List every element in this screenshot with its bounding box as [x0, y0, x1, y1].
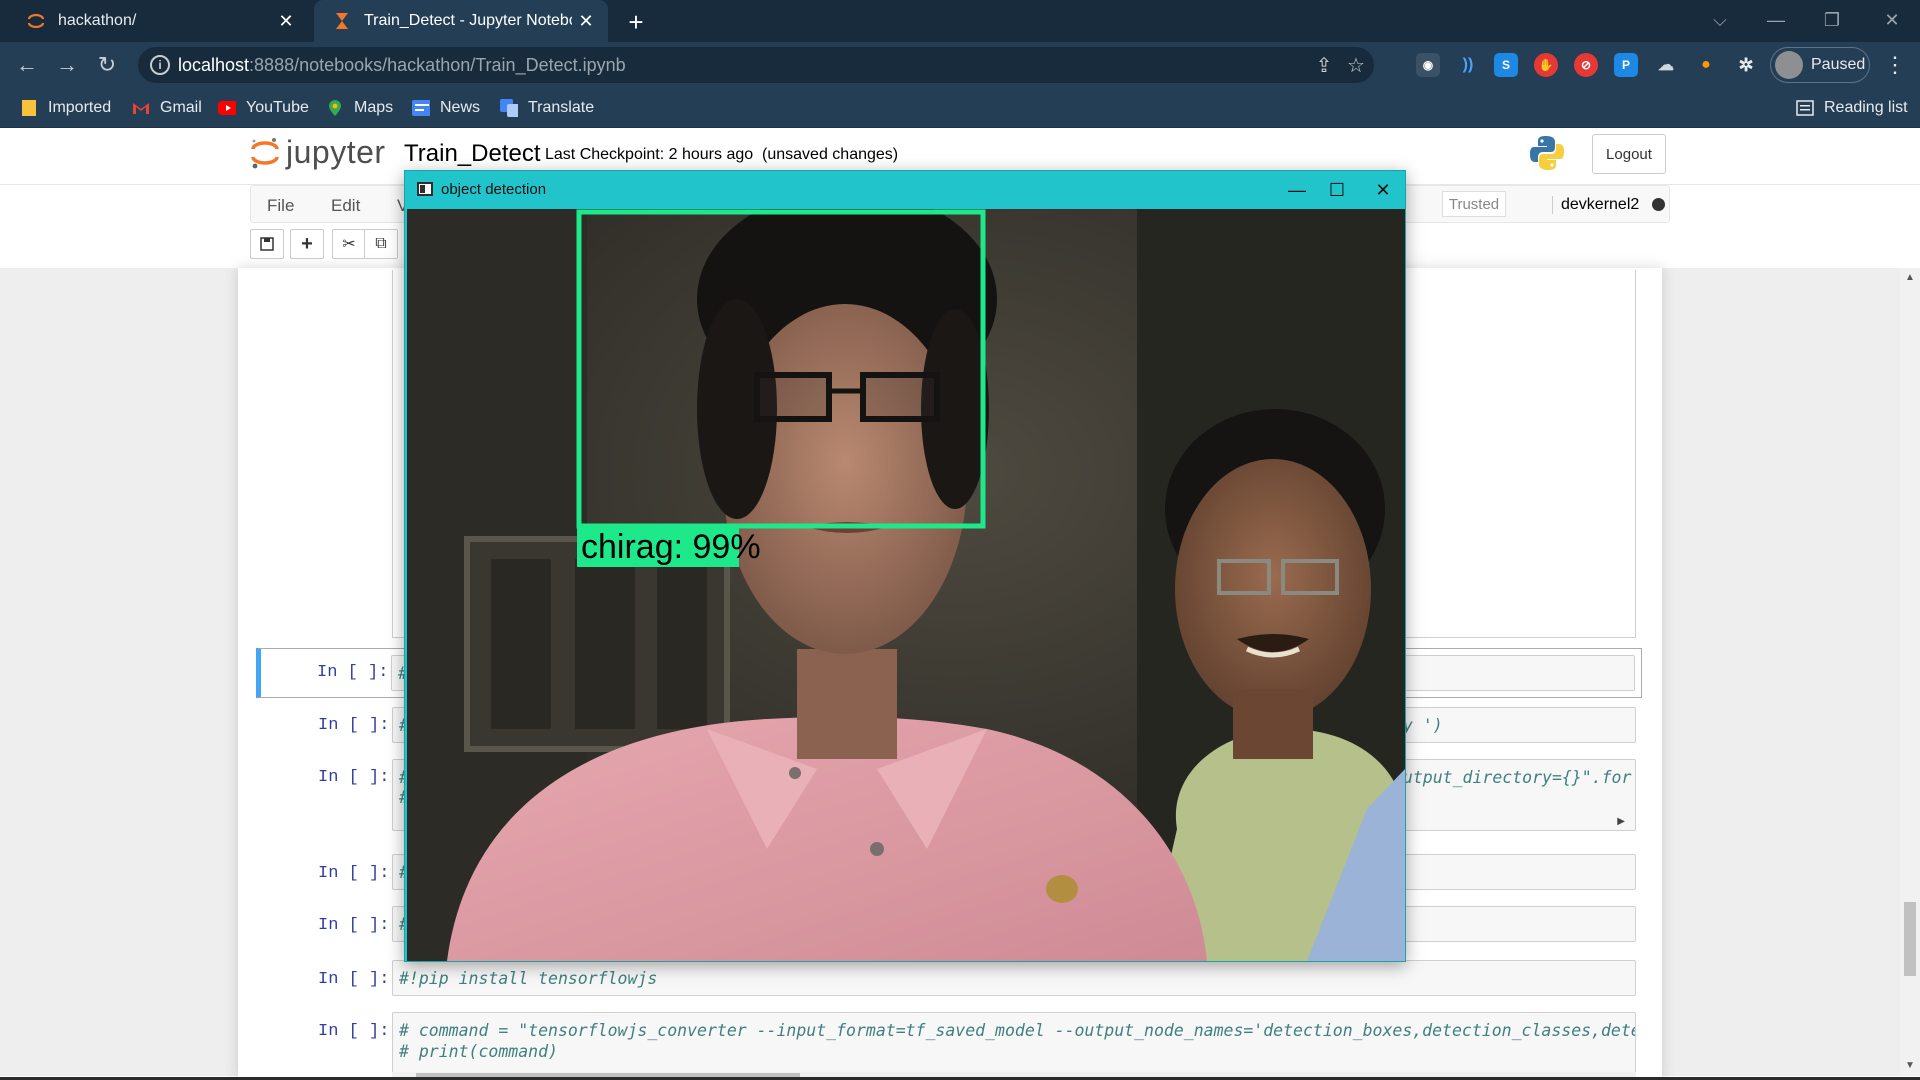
tab-search-icon[interactable]: ⌵ [1692, 0, 1748, 40]
copy-icon[interactable]: ⧉ [364, 229, 398, 259]
hourglass-icon [332, 11, 352, 31]
cell-prompt: In [ ]: [318, 970, 390, 989]
restore-icon[interactable]: ❐ [1804, 0, 1860, 40]
scroll-right-icon[interactable]: ▶ [1617, 816, 1625, 827]
close-tab-icon[interactable]: ✕ [272, 7, 300, 35]
scroll-down-icon[interactable]: ▼ [1904, 1060, 1916, 1072]
code-input[interactable]: #!pip install tensorflowjs [392, 960, 1636, 996]
browser-titlebar: hackathon/ ✕ Train_Detect - Jupyter Note… [0, 0, 1920, 42]
checkpoint-status: Last Checkpoint: 2 hours ago (unsaved ch… [545, 146, 899, 163]
code-cell[interactable]: In [ ]: # command = "tensorflowjs_conver… [258, 1006, 1644, 1080]
object-detection-window[interactable]: object detection — ☐ ✕ chirag: 99% [404, 170, 1406, 962]
profile-button[interactable]: Paused [1770, 47, 1870, 83]
bookmark-news[interactable]: News [412, 88, 480, 128]
tab-train-detect[interactable]: Train_Detect - Jupyter Notebook ✕ [314, 0, 608, 42]
code-input[interactable]: # command = "tensorflowjs_converter --in… [392, 1012, 1636, 1080]
bookmark-gmail[interactable]: Gmail [132, 88, 202, 128]
address-bar[interactable]: i localhost:8888/notebooks/hackathon/Tra… [138, 47, 1374, 83]
save-icon[interactable] [250, 229, 284, 259]
extension-icon[interactable]: S [1494, 53, 1518, 77]
logout-button[interactable]: Logout [1592, 134, 1666, 174]
jupyter-icon [26, 11, 46, 31]
translate-icon [500, 99, 518, 117]
reading-list[interactable]: Reading list [1796, 88, 1908, 128]
scrollbar-thumb[interactable] [1904, 902, 1916, 976]
bookmark-star-icon[interactable]: ☆ [1344, 53, 1368, 77]
menu-file[interactable]: File [267, 196, 294, 216]
add-cell-icon[interactable]: + [290, 229, 324, 259]
jupyter-logo[interactable]: jupyter [250, 134, 386, 171]
bookmark-translate[interactable]: Translate [500, 88, 594, 128]
extension-icon[interactable]: P [1614, 53, 1638, 77]
jupyter-logo-text: jupyter [286, 134, 386, 170]
forward-icon[interactable]: → [52, 50, 82, 80]
close-window-icon[interactable]: ✕ [1363, 175, 1403, 205]
kernel-status-icon [1652, 198, 1665, 211]
gmail-icon [132, 99, 150, 117]
menu-edit[interactable]: Edit [331, 196, 360, 216]
extension-icon[interactable]: ✋ [1534, 53, 1558, 77]
avatar [1775, 51, 1803, 79]
jupyter-logo-icon [251, 137, 279, 168]
back-icon[interactable]: ← [12, 50, 42, 80]
share-icon[interactable]: ⇪ [1312, 53, 1336, 77]
menu-icon[interactable]: ⋮ [1880, 50, 1910, 80]
minimize-icon[interactable]: — [1748, 0, 1804, 40]
url-text: localhost:8888/notebooks/hackathon/Train… [178, 55, 626, 75]
webcam-frame-image [407, 209, 1405, 961]
reading-list-icon [1796, 99, 1814, 117]
scroll-up-icon[interactable]: ▲ [1904, 272, 1916, 284]
maximize-icon[interactable]: ☐ [1317, 175, 1357, 205]
python-icon [1530, 136, 1564, 170]
cell-prompt: In [ ]: [318, 768, 390, 787]
camera-feed: chirag: 99% [407, 209, 1405, 961]
extension-icon[interactable]: ☁ [1654, 53, 1678, 77]
bookmark-youtube[interactable]: YouTube [218, 88, 309, 128]
puzzle-icon[interactable]: ✲ [1734, 53, 1758, 77]
close-window-icon[interactable]: ✕ [1864, 0, 1920, 40]
window-title: object detection [441, 181, 547, 198]
new-tab-icon[interactable]: + [620, 6, 652, 38]
extension-icon[interactable]: )) [1456, 53, 1480, 77]
browser-toolbar: ← → ↻ i localhost:8888/notebooks/hackath… [0, 42, 1920, 88]
maps-icon [326, 99, 344, 117]
tab-title: Train_Detect - Jupyter Notebook [364, 12, 572, 29]
cell-prompt: In [ ]: [318, 716, 390, 735]
bookmark-maps[interactable]: Maps [326, 88, 393, 128]
profile-label: Paused [1811, 56, 1866, 73]
extension-icon[interactable]: ⊘ [1574, 53, 1598, 77]
news-icon [412, 99, 430, 117]
window-titlebar[interactable]: object detection — ☐ ✕ [405, 171, 1405, 209]
folder-icon [20, 99, 38, 117]
tab-hackathon[interactable]: hackathon/ ✕ [8, 0, 308, 42]
reload-icon[interactable]: ↻ [92, 50, 122, 80]
page-scrollbar[interactable]: ▲ ▼ [1900, 268, 1920, 1076]
youtube-icon [218, 99, 236, 117]
extension-icon[interactable]: ◉ [1416, 53, 1440, 77]
close-tab-icon[interactable]: ✕ [572, 7, 600, 35]
kernel-name[interactable]: devkernel2 [1552, 196, 1639, 214]
cut-icon[interactable]: ✂ [332, 229, 366, 259]
minimize-icon[interactable]: — [1277, 175, 1317, 205]
detection-label: chirag: 99% [581, 527, 761, 566]
cell-prompt: In [ ]: [317, 663, 389, 682]
extension-icon[interactable]: ● [1694, 53, 1718, 77]
tab-title: hackathon/ [58, 12, 137, 29]
cell-prompt: In [ ]: [318, 864, 390, 883]
site-info-icon[interactable]: i [150, 55, 170, 75]
cell-prompt: In [ ]: [318, 916, 390, 935]
notebook-name[interactable]: Train_Detect [404, 140, 541, 168]
trusted-indicator[interactable]: Trusted [1442, 191, 1506, 217]
bookmarks-bar: Imported Gmail YouTube Maps News Transla… [0, 88, 1920, 128]
app-icon [417, 182, 433, 196]
bookmark-imported[interactable]: Imported [20, 88, 111, 128]
cell-prompt: In [ ]: [318, 1022, 390, 1041]
